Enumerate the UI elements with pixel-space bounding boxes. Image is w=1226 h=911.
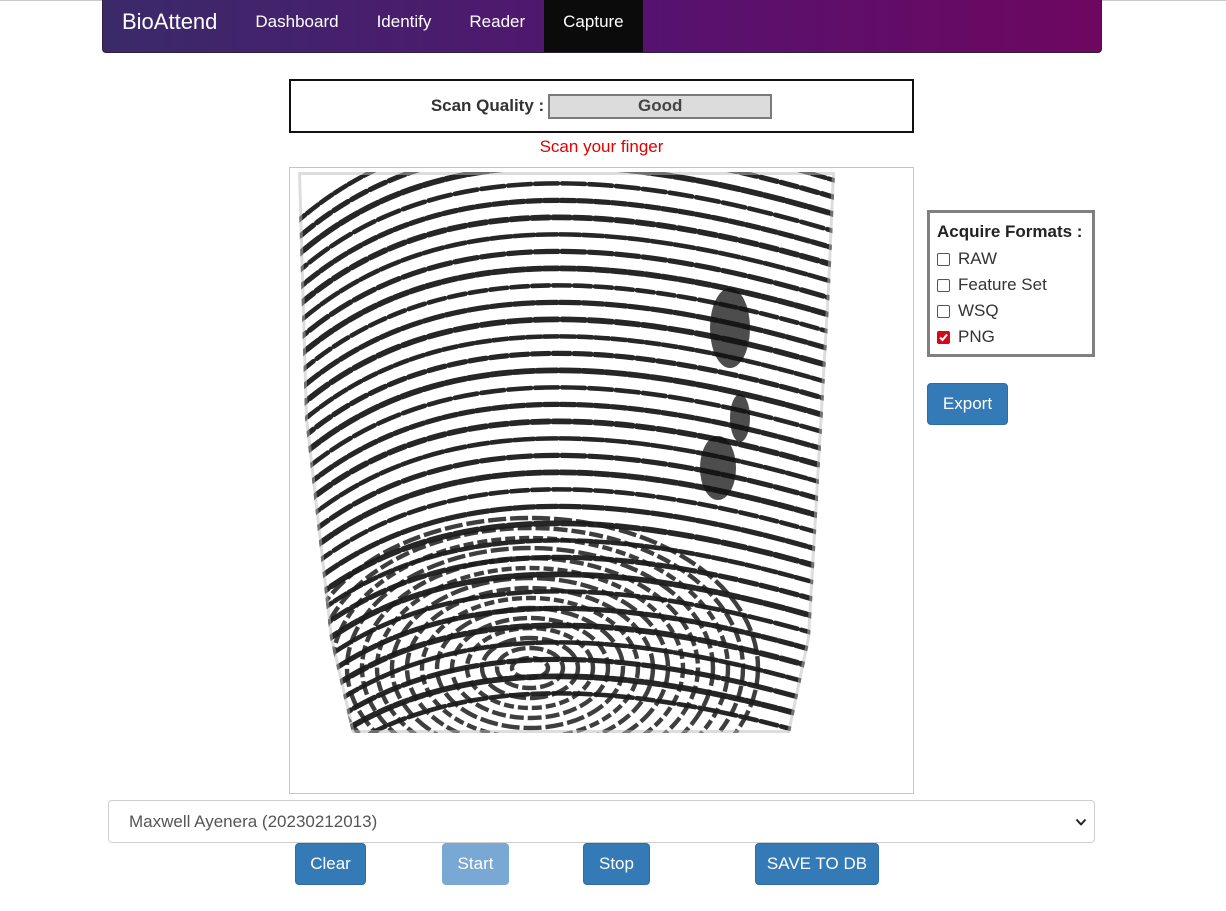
- export-button[interactable]: Export: [927, 383, 1008, 425]
- save-to-db-button[interactable]: SAVE TO DB: [755, 843, 879, 885]
- wsq-label: WSQ: [958, 301, 999, 320]
- format-option-png[interactable]: PNG: [937, 324, 1092, 350]
- student-select[interactable]: Maxwell Ayenera (20230212013): [108, 800, 1095, 843]
- student-select-value: Maxwell Ayenera (20230212013): [129, 811, 378, 831]
- top-navbar: BioAttend Dashboard Identify Reader Capt…: [102, 0, 1102, 53]
- nav-reader[interactable]: Reader: [450, 0, 544, 44]
- raw-label: RAW: [958, 249, 998, 268]
- clear-button[interactable]: Clear: [295, 843, 366, 885]
- png-label: PNG: [958, 327, 995, 346]
- scan-quality-label: Scan Quality :: [430, 96, 545, 115]
- nav-identify[interactable]: Identify: [358, 0, 451, 44]
- brand-logo[interactable]: BioAttend: [103, 0, 236, 44]
- nav-dashboard[interactable]: Dashboard: [236, 0, 357, 44]
- scan-quality-panel: Scan Quality : Good: [289, 79, 914, 133]
- format-option-wsq[interactable]: WSQ: [937, 298, 1092, 324]
- checkmark-icon: [939, 333, 948, 341]
- format-option-feature-set[interactable]: Feature Set: [937, 272, 1092, 298]
- raw-checkbox[interactable]: [937, 252, 950, 266]
- acquire-formats-title: Acquire Formats :: [937, 222, 1083, 241]
- acquire-formats-panel: Acquire Formats : RAW Feature Set WSQ PN…: [927, 210, 1095, 357]
- feature-set-label: Feature Set: [958, 275, 1047, 294]
- feature-set-checkbox[interactable]: [937, 278, 950, 292]
- scan-status-message: Scan your finger: [539, 137, 664, 156]
- fingerprint-display: [289, 167, 914, 794]
- stop-button[interactable]: Stop: [583, 843, 650, 885]
- format-option-raw[interactable]: RAW: [937, 246, 1092, 272]
- chevron-down-icon: [1075, 818, 1087, 826]
- wsq-checkbox[interactable]: [937, 304, 950, 318]
- fingerprint-image: [298, 172, 835, 733]
- nav-capture[interactable]: Capture: [544, 0, 643, 52]
- start-button[interactable]: Start: [442, 843, 509, 885]
- scan-quality-value: Good: [548, 93, 773, 119]
- png-checkbox[interactable]: [937, 330, 950, 344]
